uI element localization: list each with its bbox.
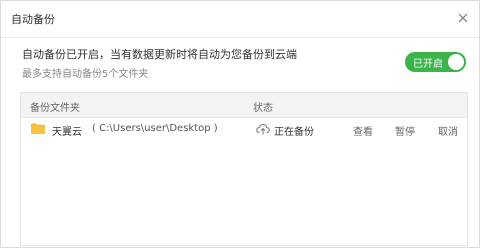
close-icon[interactable] bbox=[453, 8, 473, 28]
column-header-folder: 备份文件夹 bbox=[30, 103, 80, 114]
folder-icon bbox=[31, 123, 45, 134]
auto-backup-toggle[interactable]: 已开启 bbox=[405, 52, 466, 72]
dialog-titlebar: 自动备份 bbox=[1, 1, 479, 38]
backup-limit-text: 最多支持自动备份5个文件夹 bbox=[22, 69, 149, 80]
auto-backup-dialog: 自动备份 自动备份已开启，当有数据更新时将自动为您备份到云端 最多支持自动备份5… bbox=[0, 0, 480, 248]
folder-path: ( C:\Users\user\Desktop ) bbox=[92, 123, 218, 134]
pause-link[interactable]: 暂停 bbox=[395, 123, 415, 138]
cancel-link[interactable]: 取消 bbox=[438, 123, 458, 138]
toggle-knob bbox=[448, 54, 464, 70]
backup-folder-table: 备份文件夹 状态 天翼云 ( C:\Users\user\Desktop ) 正… bbox=[20, 92, 468, 246]
backup-status-text: 自动备份已开启，当有数据更新时将自动为您备份到云端 bbox=[22, 48, 297, 61]
folder-name: 天翼云 bbox=[52, 127, 82, 138]
view-link[interactable]: 查看 bbox=[353, 123, 373, 138]
cloud-upload-icon bbox=[256, 123, 270, 135]
table-row: 天翼云 ( C:\Users\user\Desktop ) 正在备份 查看 暂停… bbox=[21, 118, 467, 142]
dialog-title: 自动备份 bbox=[11, 13, 55, 26]
backup-status: 正在备份 bbox=[274, 127, 314, 138]
toggle-label: 已开启 bbox=[413, 59, 443, 70]
column-header-status: 状态 bbox=[253, 103, 273, 114]
table-header: 备份文件夹 状态 bbox=[21, 93, 467, 118]
